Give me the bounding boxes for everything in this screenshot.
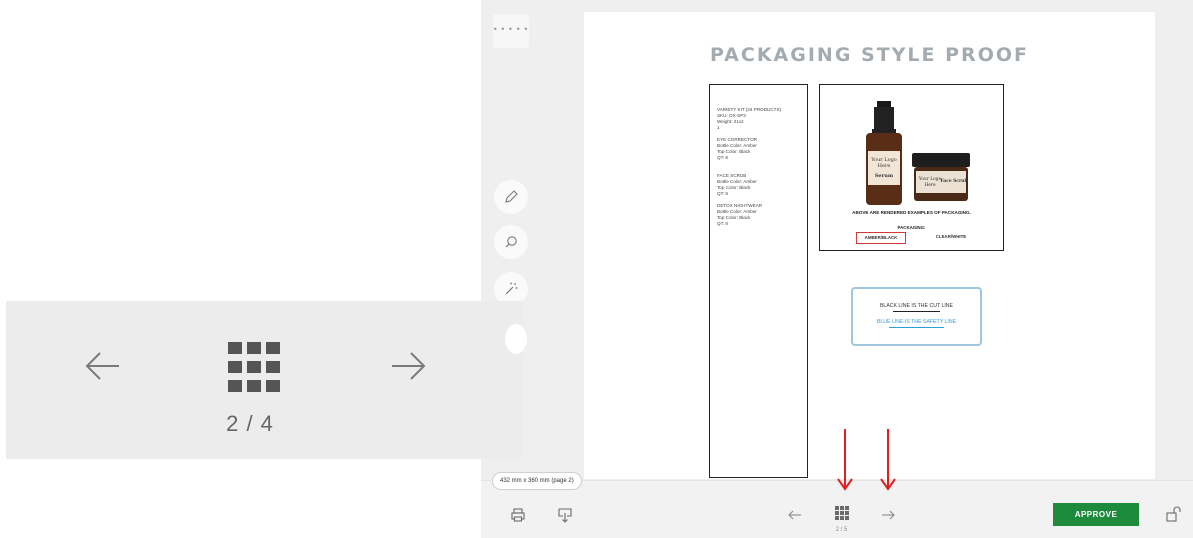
- packaging-preview: Your Logo Here Serum Your Logo Here Face…: [819, 84, 1004, 251]
- safety-line-sample: [889, 327, 944, 328]
- packaging-option[interactable]: CLEAR/WHITE: [924, 232, 978, 242]
- menu-dots-icon[interactable]: • • • • •: [493, 14, 529, 48]
- spec-line: QT: 8: [717, 155, 728, 160]
- spec-list: VARIETY KIT (24 PRODUCTS) SKU: OX-SP3 We…: [717, 107, 807, 227]
- spec-line: QT: 8: [717, 221, 728, 226]
- cut-line-sample: [893, 311, 940, 312]
- arrow-left-icon[interactable]: [84, 350, 122, 382]
- jar-product-name: Face Scrub: [940, 179, 967, 184]
- grid-icon[interactable]: [228, 342, 280, 394]
- zoom-icon[interactable]: [494, 225, 528, 259]
- jar-logo-line2: Here: [924, 183, 936, 188]
- spec-line: Top Color: Black: [717, 215, 751, 220]
- spec-line: Top Color: Black: [717, 149, 751, 154]
- spec-line: 1: [717, 125, 720, 130]
- annotation-arrow-icon: [880, 429, 896, 491]
- spec-line: Bottle Color: Amber: [717, 179, 757, 184]
- spec-line: SKU: OX-SP3: [717, 113, 746, 118]
- spec-line: Top Color: Black: [717, 185, 751, 190]
- jar-logo-line1: Your Logo: [918, 177, 942, 182]
- bottle-logo-line2: Here: [878, 163, 891, 169]
- spec-line: QT: 8: [717, 191, 728, 196]
- packaging-option-selected[interactable]: AMBER/BLACK: [856, 232, 906, 244]
- spec-line: Weight: 21oz: [717, 119, 744, 124]
- safety-line-text: BLUE LINE IS THE SAFETY LINE: [876, 319, 957, 325]
- approve-button[interactable]: APPROVE: [1053, 503, 1139, 526]
- annotation-arrow-icon: [837, 429, 853, 491]
- spec-panel: VARIETY KIT (24 PRODUCTS) SKU: OX-SP3 We…: [709, 84, 808, 478]
- unlock-icon[interactable]: [1165, 505, 1183, 523]
- spec-line: DETOX NIGHTWEAR: [717, 203, 763, 208]
- packaging-label: PACKAGING:: [897, 225, 926, 230]
- cut-line-legend: BLACK LINE IS THE CUT LINE BLUE LINE IS …: [851, 287, 982, 346]
- print-icon[interactable]: [510, 507, 526, 523]
- spec-line: FACE SCRUB: [717, 173, 747, 178]
- download-icon[interactable]: [557, 507, 573, 523]
- page-counter: 2 / 5: [835, 527, 848, 533]
- spec-line: Bottle Color: Amber: [717, 209, 757, 214]
- tool-button-edge: [505, 324, 527, 354]
- page-counter: 2 / 4: [226, 411, 274, 436]
- packaging-caption: ABOVE ARE RENDERED EXAMPLES OF PACKAGING…: [852, 210, 971, 215]
- bottle-product-name: Serum: [875, 173, 894, 179]
- pen-icon[interactable]: [494, 180, 528, 214]
- page-size-label: 432 mm x 360 mm (page 2): [492, 472, 582, 490]
- proof-title: PACKAGING STYLE PROOF: [710, 44, 1029, 66]
- arrow-right-icon[interactable]: [389, 350, 427, 382]
- grid-icon[interactable]: [834, 505, 850, 521]
- spec-line: EYE CORRECTOR: [717, 137, 757, 142]
- arrow-left-icon[interactable]: [787, 507, 803, 523]
- arrow-right-icon[interactable]: [880, 507, 896, 523]
- cut-line-text: BLACK LINE IS THE CUT LINE: [879, 303, 954, 309]
- face-scrub-jar-image: Your Logo Here Face Scrub: [912, 153, 970, 201]
- spec-line: VARIETY KIT (24 PRODUCTS): [717, 107, 782, 112]
- serum-bottle-image: Your Logo Here Serum: [866, 101, 902, 205]
- spec-line: Bottle Color: Amber: [717, 143, 757, 148]
